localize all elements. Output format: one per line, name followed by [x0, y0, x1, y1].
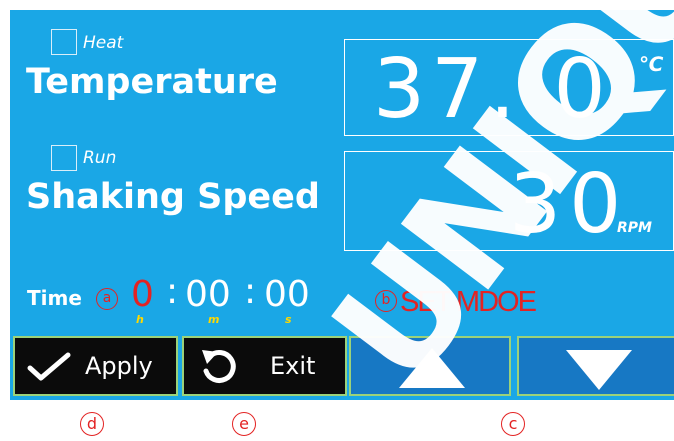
heat-checkbox-label: Heat — [83, 33, 124, 53]
timer-hours-unit: h — [136, 313, 144, 326]
speed-unit: RPM — [617, 220, 652, 236]
annotation-a: a — [96, 288, 118, 310]
annotation-e: e — [232, 412, 256, 436]
annotation-b: b — [375, 290, 397, 312]
check-icon — [27, 352, 71, 381]
apply-label: Apply — [85, 352, 153, 380]
apply-button[interactable]: Apply — [13, 336, 178, 396]
device-screen: Heat Temperature 37. 0 ℃ Run Shaking Spe… — [10, 10, 674, 400]
timer-separator-1: : — [166, 271, 179, 312]
run-checkbox[interactable] — [51, 145, 77, 171]
exit-button[interactable]: Exit — [182, 336, 347, 396]
run-checkbox-label: Run — [83, 148, 117, 168]
triangle-down-icon — [566, 350, 632, 390]
speed-display[interactable]: 30 RPM — [344, 151, 674, 251]
decrease-button[interactable] — [517, 336, 674, 396]
shaking-speed-label: Shaking Speed — [26, 177, 320, 217]
timer-seconds[interactable]: 00 — [264, 277, 310, 313]
triangle-up-icon — [399, 348, 465, 388]
undo-icon — [202, 350, 236, 383]
timer-minutes-unit: m — [208, 313, 220, 326]
mode-status-text: SET MDOE — [400, 286, 537, 318]
temperature-display[interactable]: 37. 0 ℃ — [344, 39, 674, 136]
annotation-d: d — [80, 412, 104, 436]
timer-minutes[interactable]: 00 — [185, 277, 231, 313]
temperature-value: 37. 0 — [373, 42, 612, 137]
temperature-unit: ℃ — [639, 52, 664, 76]
annotation-c: c — [501, 412, 525, 436]
timer-seconds-unit: s — [285, 313, 292, 326]
temperature-label: Temperature — [26, 62, 278, 102]
timer-hours[interactable]: 0 — [131, 277, 154, 313]
increase-button[interactable] — [349, 336, 511, 396]
timer-separator-2: : — [244, 271, 257, 312]
time-label: Time — [27, 286, 82, 310]
heat-checkbox[interactable] — [51, 29, 77, 55]
exit-label: Exit — [270, 352, 316, 380]
speed-value: 30 — [509, 157, 630, 252]
